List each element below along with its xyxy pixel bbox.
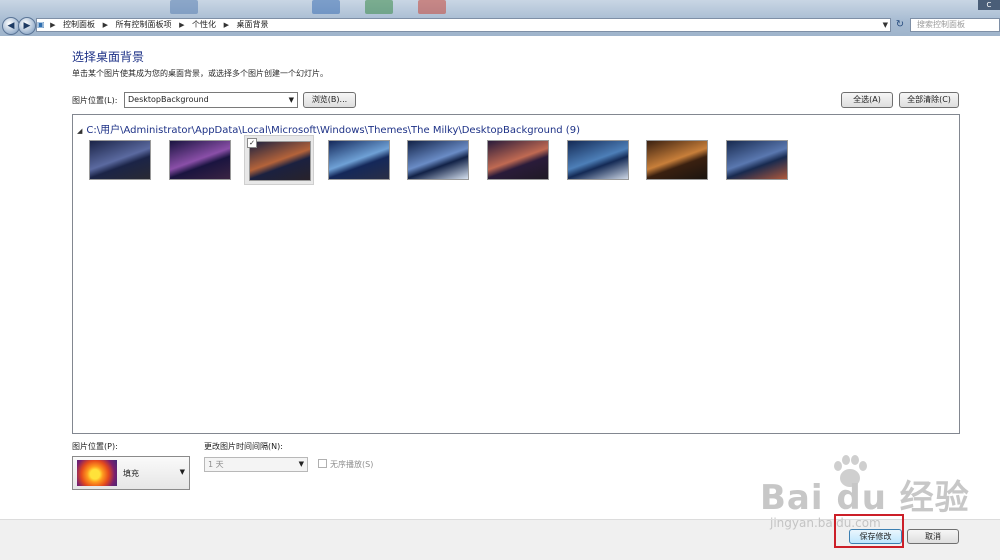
chevron-right-icon: ▶ bbox=[102, 21, 108, 29]
wallpaper-image bbox=[169, 140, 231, 180]
wallpaper-image bbox=[407, 140, 469, 180]
taskbar-ghost-icon bbox=[365, 0, 393, 14]
wallpaper-image bbox=[487, 140, 549, 180]
chevron-down-icon[interactable]: ▼ bbox=[883, 19, 888, 31]
wallpaper-image bbox=[89, 140, 151, 180]
wallpaper-thumbnail[interactable] bbox=[563, 135, 633, 185]
taskbar-ghost-icon bbox=[418, 0, 446, 14]
address-bar[interactable]: ▣ ▶ 控制面板 ▶ 所有控制面板项 ▶ 个性化 ▶ 桌面背景 ▼ bbox=[36, 18, 891, 32]
chevron-right-icon: ▶ bbox=[223, 21, 229, 29]
checkmark-icon[interactable]: ✓ bbox=[247, 138, 257, 148]
wallpaper-image bbox=[328, 140, 390, 180]
baidu-jingyan-watermark: Bai du 经验 bbox=[760, 478, 970, 518]
chevron-down-icon: ▼ bbox=[179, 468, 185, 476]
wallpaper-image bbox=[726, 140, 788, 180]
taskbar-ghost-icon bbox=[312, 0, 340, 14]
shuffle-label: 无序播放(S) bbox=[330, 460, 374, 469]
breadcrumb-item[interactable]: 所有控制面板项 bbox=[116, 20, 172, 29]
window-titlebar: ◀ ▶ ▣ ▶ 控制面板 ▶ 所有控制面板项 ▶ 个性化 ▶ 桌面背景 ▼ ↻ … bbox=[0, 0, 1000, 36]
change-interval-value: 1 天 bbox=[208, 460, 224, 469]
wallpaper-thumbnail[interactable] bbox=[642, 135, 712, 185]
select-all-button[interactable]: 全选(A) bbox=[841, 92, 893, 108]
save-changes-button[interactable]: 保存修改 bbox=[849, 529, 902, 544]
picture-location-label: 图片位置(L): bbox=[72, 96, 118, 105]
search-input[interactable]: 搜索控制面板 bbox=[910, 18, 1000, 32]
collapse-triangle-icon: ◢ bbox=[77, 127, 83, 135]
clear-all-button[interactable]: 全部清除(C) bbox=[899, 92, 959, 108]
wallpaper-thumbnail[interactable] bbox=[403, 135, 473, 185]
checkbox-box bbox=[318, 459, 327, 468]
breadcrumb-item[interactable]: 桌面背景 bbox=[237, 20, 269, 29]
gallery-group-header[interactable]: ◢ C:\用户\Administrator\AppData\Local\Micro… bbox=[77, 121, 580, 136]
wallpaper-image bbox=[249, 141, 311, 181]
chevron-right-icon: ▶ bbox=[179, 21, 185, 29]
picture-position-value: 填充 bbox=[123, 469, 139, 478]
wallpaper-image bbox=[567, 140, 629, 180]
flower-preview-image bbox=[77, 460, 117, 486]
wallpaper-thumbnail[interactable] bbox=[722, 135, 792, 185]
refresh-icon[interactable]: ↻ bbox=[893, 18, 907, 32]
browse-button[interactable]: 浏览(B)... bbox=[303, 92, 356, 108]
shuffle-checkbox[interactable]: 无序播放(S) bbox=[318, 459, 373, 470]
wallpaper-thumbnail[interactable] bbox=[324, 135, 394, 185]
control-panel-icon: ▣ bbox=[37, 20, 45, 29]
breadcrumb-item[interactable]: 个性化 bbox=[192, 20, 216, 29]
picture-location-select[interactable]: DesktopBackground ▼ bbox=[124, 92, 298, 108]
chevron-right-icon: ▶ bbox=[50, 21, 56, 29]
wallpaper-image bbox=[646, 140, 708, 180]
page-title: 选择桌面背景 bbox=[72, 50, 145, 64]
chevron-down-icon: ▼ bbox=[298, 460, 304, 468]
change-interval-select[interactable]: 1 天 ▼ bbox=[204, 457, 308, 472]
page-subtitle: 单击某个图片使其成为您的桌面背景，或选择多个图片创建一个幻灯片。 bbox=[72, 69, 328, 78]
cancel-button[interactable]: 取消 bbox=[907, 529, 959, 544]
wallpaper-thumbnail[interactable]: ✓ bbox=[244, 135, 314, 185]
chevron-down-icon: ▼ bbox=[288, 96, 294, 104]
wallpaper-thumbnail[interactable] bbox=[85, 135, 155, 185]
wallpaper-thumbnail[interactable] bbox=[483, 135, 553, 185]
wallpaper-thumbnail[interactable] bbox=[165, 135, 235, 185]
close-button[interactable]: C bbox=[978, 0, 1000, 10]
picture-location-value: DesktopBackground bbox=[128, 95, 209, 104]
taskbar-ghost-icon bbox=[170, 0, 198, 14]
breadcrumb-item[interactable]: 控制面板 bbox=[63, 20, 95, 29]
picture-position-label: 图片位置(P): bbox=[72, 442, 118, 451]
change-interval-label: 更改图片时间间隔(N): bbox=[204, 442, 283, 451]
wallpaper-gallery: ◢ C:\用户\Administrator\AppData\Local\Micro… bbox=[72, 114, 960, 434]
picture-position-select[interactable]: 填充 ▼ bbox=[72, 456, 190, 490]
forward-arrow-icon[interactable]: ▶ bbox=[18, 17, 36, 35]
